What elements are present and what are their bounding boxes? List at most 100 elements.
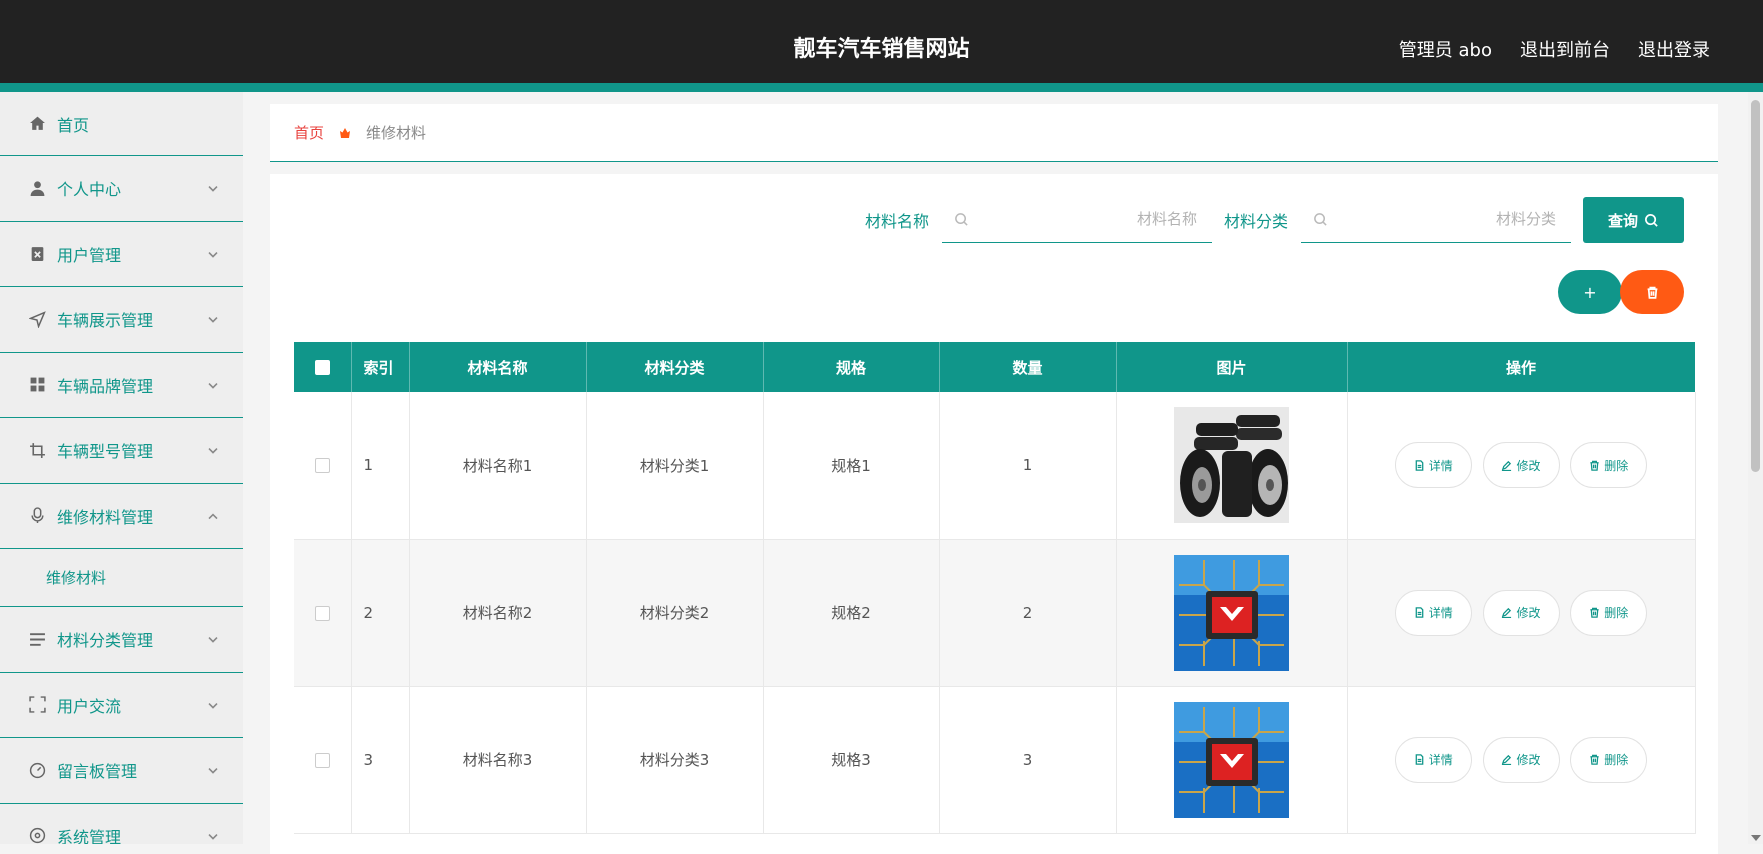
col-material-name: 材料名称 bbox=[409, 342, 587, 392]
sidebar-subitem-repair-material[interactable]: 维修材料 bbox=[0, 549, 243, 607]
cell-index: 2 bbox=[351, 539, 410, 687]
batch-delete-button[interactable] bbox=[1620, 270, 1684, 314]
cell-quantity: 2 bbox=[939, 539, 1117, 687]
list-icon bbox=[28, 630, 46, 648]
trash-icon bbox=[1590, 607, 1599, 618]
exit-to-frontend-link[interactable]: 退出到前台 bbox=[1520, 36, 1610, 62]
delete-button[interactable]: 删除 bbox=[1570, 442, 1648, 489]
chevron-down-icon bbox=[207, 631, 221, 645]
settings-icon bbox=[28, 827, 46, 844]
material-category-input[interactable] bbox=[1341, 197, 1556, 241]
sidebar-item-label: 车辆型号管理 bbox=[57, 442, 154, 462]
sidebar-item-home[interactable]: 首页 bbox=[0, 92, 243, 156]
sidebar-item-user-exchange[interactable]: 用户交流 bbox=[0, 673, 243, 738]
logout-link[interactable]: 退出登录 bbox=[1638, 36, 1710, 62]
detail-button[interactable]: 详情 bbox=[1394, 736, 1472, 783]
material-category-field-wrap bbox=[1301, 197, 1571, 243]
top-links: 管理员 abo 退出到前台 退出登录 bbox=[1399, 36, 1710, 62]
table-row: 1 材料名称1 材料分类1 规格1 1 详情 修改 删除 bbox=[294, 392, 1696, 540]
sidebar-item-system-management[interactable]: 系统管理 bbox=[0, 804, 243, 844]
add-button[interactable]: + bbox=[1558, 270, 1622, 314]
table-row: 3 材料名称3 材料分类3 规格3 3 详情 修改 删除 bbox=[294, 686, 1696, 834]
cell-spec: 规格1 bbox=[763, 392, 940, 540]
material-name-input[interactable] bbox=[981, 197, 1197, 241]
breadcrumb: 首页 维修材料 bbox=[270, 104, 1718, 162]
cell-image bbox=[1116, 392, 1348, 540]
chevron-down-icon bbox=[207, 376, 221, 390]
material-name-field-wrap bbox=[941, 197, 1212, 243]
delete-button[interactable]: 删除 bbox=[1570, 736, 1648, 783]
sidebar-item-user-management[interactable]: 用户管理 bbox=[0, 222, 243, 287]
crop-icon bbox=[28, 441, 46, 459]
sidebar-item-message-board[interactable]: 留言板管理 bbox=[0, 738, 243, 804]
row-checkbox[interactable] bbox=[314, 605, 330, 621]
cell-index: 3 bbox=[351, 686, 410, 834]
sidebar: 首页 个人中心 用户管理 车辆展示管理 车辆品牌管理 车辆型号管理 维修材料管理… bbox=[0, 92, 243, 844]
admin-user-link[interactable]: 管理员 abo bbox=[1399, 36, 1492, 62]
cell-material-category: 材料分类3 bbox=[586, 686, 764, 834]
sidebar-item-label: 材料分类管理 bbox=[57, 631, 154, 651]
scrollbar-thumb[interactable] bbox=[1751, 100, 1760, 472]
sidebar-item-material-category[interactable]: 材料分类管理 bbox=[0, 607, 243, 673]
sidebar-item-personal-center[interactable]: 个人中心 bbox=[0, 156, 243, 222]
search-icon bbox=[954, 212, 970, 228]
sidebar-item-label: 车辆展示管理 bbox=[57, 311, 154, 331]
select-all-cell bbox=[294, 342, 352, 392]
search-bar: 材料名称 材料分类 查询 bbox=[865, 197, 1684, 243]
cell-actions: 详情 修改 删除 bbox=[1347, 392, 1696, 540]
content-panel: 材料名称 材料分类 查询 + bbox=[270, 174, 1718, 854]
document-icon bbox=[1415, 460, 1424, 471]
sidebar-item-repair-material-management[interactable]: 维修材料管理 bbox=[0, 484, 243, 549]
sidebar-item-vehicle-display[interactable]: 车辆展示管理 bbox=[0, 287, 243, 353]
detail-button[interactable]: 详情 bbox=[1394, 589, 1472, 636]
cell-image bbox=[1116, 686, 1348, 834]
col-image: 图片 bbox=[1116, 342, 1348, 392]
delete-button-label: 删除 bbox=[1604, 458, 1629, 473]
sidebar-item-label: 个人中心 bbox=[57, 180, 122, 200]
col-index: 索引 bbox=[351, 342, 410, 392]
edit-button[interactable]: 修改 bbox=[1482, 442, 1560, 489]
col-spec: 规格 bbox=[763, 342, 940, 392]
navigation-arrow-icon bbox=[28, 310, 46, 328]
query-button[interactable]: 查询 bbox=[1583, 197, 1684, 243]
dashboard-icon bbox=[28, 761, 46, 779]
breadcrumb-home[interactable]: 首页 bbox=[294, 122, 324, 143]
sidebar-item-vehicle-brand[interactable]: 车辆品牌管理 bbox=[0, 353, 243, 418]
scroll-down-arrow-icon[interactable] bbox=[1751, 835, 1761, 841]
row-checkbox[interactable] bbox=[314, 458, 330, 474]
chevron-down-icon bbox=[207, 827, 221, 841]
trash-icon bbox=[1590, 460, 1599, 471]
chevron-down-icon bbox=[207, 442, 221, 456]
sidebar-item-vehicle-model[interactable]: 车辆型号管理 bbox=[0, 418, 243, 484]
sidebar-item-label: 维修材料管理 bbox=[57, 507, 154, 527]
material-name-label: 材料名称 bbox=[864, 212, 929, 231]
select-all-checkbox[interactable] bbox=[314, 360, 330, 375]
pencil-icon bbox=[1502, 607, 1512, 618]
detail-button-label: 详情 bbox=[1428, 458, 1453, 473]
edit-button[interactable]: 修改 bbox=[1482, 589, 1560, 636]
delete-button[interactable]: 删除 bbox=[1570, 589, 1648, 636]
material-category-label: 材料分类 bbox=[1223, 212, 1288, 231]
delete-button-label: 删除 bbox=[1604, 753, 1629, 767]
cell-spec: 规格3 bbox=[763, 686, 940, 834]
document-icon bbox=[1415, 607, 1424, 618]
sidebar-item-label: 用户交流 bbox=[57, 696, 122, 716]
row-checkbox[interactable] bbox=[314, 752, 330, 768]
cell-material-category: 材料分类1 bbox=[586, 392, 764, 540]
cell-quantity: 1 bbox=[939, 392, 1117, 540]
edit-button[interactable]: 修改 bbox=[1482, 736, 1560, 783]
col-material-category: 材料分类 bbox=[586, 342, 764, 392]
action-buttons: + bbox=[1558, 270, 1684, 314]
col-actions: 操作 bbox=[1347, 342, 1696, 392]
table-row: 2 材料名称2 材料分类2 规格2 2 详情 修改 删除 bbox=[294, 539, 1696, 687]
detail-button[interactable]: 详情 bbox=[1394, 442, 1472, 489]
home-icon bbox=[28, 115, 46, 133]
col-quantity: 数量 bbox=[939, 342, 1117, 392]
row-select-cell bbox=[294, 392, 352, 540]
chevron-down-icon bbox=[207, 762, 221, 776]
search-icon bbox=[1313, 212, 1329, 228]
sidebar-item-label: 留言板管理 bbox=[57, 762, 138, 782]
page-scrollbar[interactable] bbox=[1748, 92, 1763, 844]
edit-button-label: 修改 bbox=[1516, 458, 1541, 473]
chip-image bbox=[1174, 554, 1289, 671]
